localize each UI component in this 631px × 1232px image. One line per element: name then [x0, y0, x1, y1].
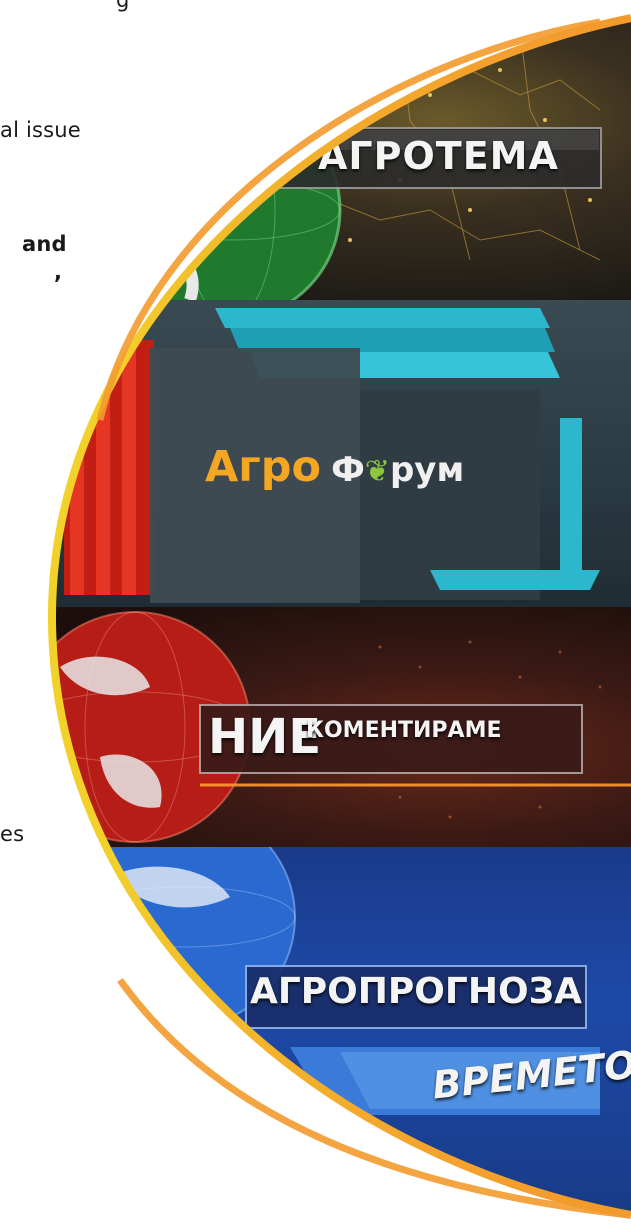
decorative-arc: [47, 14, 631, 1219]
